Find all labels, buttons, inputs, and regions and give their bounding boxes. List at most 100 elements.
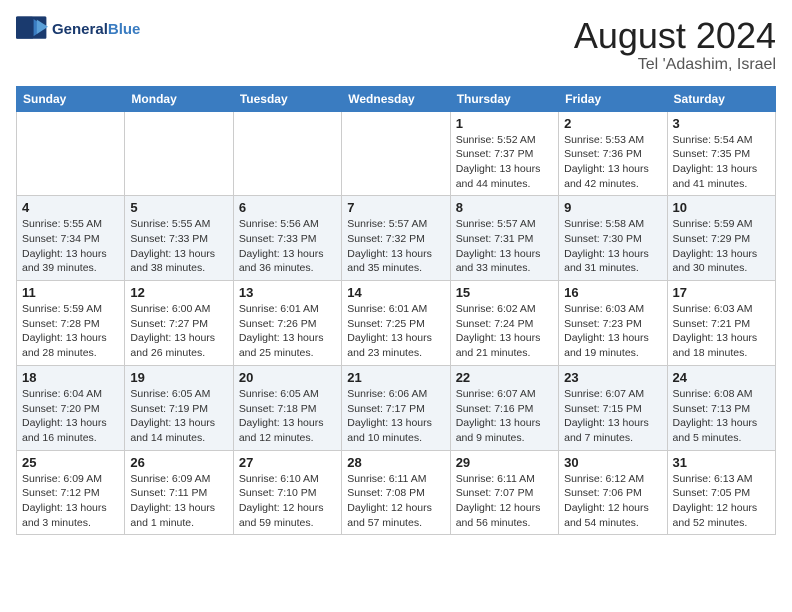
calendar-cell: 16Sunrise: 6:03 AM Sunset: 7:23 PM Dayli… [559,281,667,366]
calendar-cell: 3 Sunrise: 5:54 AM Sunset: 7:35 PM Daylig… [667,111,775,196]
calendar-cell: 6 Sunrise: 5:56 AM Sunset: 7:33 PM Daylig… [233,196,341,281]
day-number: 26 [130,455,227,470]
day-number: 20 [239,370,336,385]
day-number: 15 [456,285,553,300]
day-number: 2 [564,116,661,131]
header-day-friday: Friday [559,86,667,111]
calendar-cell: 5Sunrise: 5:55 AM Sunset: 7:33 PM Daylig… [125,196,233,281]
day-info: Sunrise: 6:07 AM Sunset: 7:15 PM Dayligh… [564,387,661,446]
day-info: Sunrise: 5:56 AM Sunset: 7:33 PM Dayligh… [239,217,336,276]
week-row: 18Sunrise: 6:04 AM Sunset: 7:20 PM Dayli… [17,365,776,450]
day-number: 25 [22,455,119,470]
day-info: Sunrise: 5:59 AM Sunset: 7:28 PM Dayligh… [22,302,119,361]
day-number: 14 [347,285,444,300]
day-info: Sunrise: 5:59 AM Sunset: 7:29 PM Dayligh… [673,217,770,276]
day-info: Sunrise: 6:09 AM Sunset: 7:12 PM Dayligh… [22,472,119,531]
calendar-cell: 25 Sunrise: 6:09 AM Sunset: 7:12 PM Dayli… [17,450,125,535]
calendar-cell: 12 Sunrise: 6:00 AM Sunset: 7:27 PM Dayli… [125,281,233,366]
day-info: Sunrise: 6:04 AM Sunset: 7:20 PM Dayligh… [22,387,119,446]
day-number: 6 [239,200,336,215]
calendar-cell: 14 Sunrise: 6:01 AM Sunset: 7:25 PM Dayli… [342,281,450,366]
day-info: Sunrise: 5:55 AM Sunset: 7:34 PM Dayligh… [22,217,119,276]
logo: GeneralBlue [16,16,140,44]
logo-blue: Blue [108,21,141,38]
calendar-cell [233,111,341,196]
calendar-cell: 4Sunrise: 5:55 AM Sunset: 7:34 PM Daylig… [17,196,125,281]
day-number: 19 [130,370,227,385]
calendar-cell: 22 Sunrise: 6:07 AM Sunset: 7:16 PM Dayli… [450,365,558,450]
day-info: Sunrise: 6:06 AM Sunset: 7:17 PM Dayligh… [347,387,444,446]
calendar-cell: 27 Sunrise: 6:10 AM Sunset: 7:10 PM Dayli… [233,450,341,535]
day-info: Sunrise: 6:11 AM Sunset: 7:08 PM Dayligh… [347,472,444,531]
calendar-cell [342,111,450,196]
day-number: 21 [347,370,444,385]
day-info: Sunrise: 6:05 AM Sunset: 7:19 PM Dayligh… [130,387,227,446]
calendar-subtitle: Tel 'Adashim, Israel [574,56,776,74]
day-number: 9 [564,200,661,215]
calendar-cell: 20 Sunrise: 6:05 AM Sunset: 7:18 PM Dayli… [233,365,341,450]
calendar-cell: 11Sunrise: 5:59 AM Sunset: 7:28 PM Dayli… [17,281,125,366]
day-number: 16 [564,285,661,300]
logo-general: General [52,21,108,38]
day-number: 29 [456,455,553,470]
calendar-cell: 8 Sunrise: 5:57 AM Sunset: 7:31 PM Daylig… [450,196,558,281]
calendar-cell: 18Sunrise: 6:04 AM Sunset: 7:20 PM Dayli… [17,365,125,450]
calendar-cell: 15Sunrise: 6:02 AM Sunset: 7:24 PM Dayli… [450,281,558,366]
calendar-cell: 21 Sunrise: 6:06 AM Sunset: 7:17 PM Dayli… [342,365,450,450]
day-number: 8 [456,200,553,215]
week-row: 25 Sunrise: 6:09 AM Sunset: 7:12 PM Dayli… [17,450,776,535]
day-info: Sunrise: 6:01 AM Sunset: 7:25 PM Dayligh… [347,302,444,361]
day-number: 10 [673,200,770,215]
day-info: Sunrise: 5:57 AM Sunset: 7:31 PM Dayligh… [456,217,553,276]
calendar-title: August 2024 [574,16,776,56]
week-row: 1Sunrise: 5:52 AM Sunset: 7:37 PM Daylig… [17,111,776,196]
day-info: Sunrise: 6:10 AM Sunset: 7:10 PM Dayligh… [239,472,336,531]
day-info: Sunrise: 5:55 AM Sunset: 7:33 PM Dayligh… [130,217,227,276]
header-day-tuesday: Tuesday [233,86,341,111]
day-number: 22 [456,370,553,385]
header-day-sunday: Sunday [17,86,125,111]
calendar-cell: 2Sunrise: 5:53 AM Sunset: 7:36 PM Daylig… [559,111,667,196]
calendar-cell: 29 Sunrise: 6:11 AM Sunset: 7:07 PM Dayli… [450,450,558,535]
calendar-cell: 28 Sunrise: 6:11 AM Sunset: 7:08 PM Dayli… [342,450,450,535]
day-info: Sunrise: 6:00 AM Sunset: 7:27 PM Dayligh… [130,302,227,361]
header-day-monday: Monday [125,86,233,111]
day-info: Sunrise: 6:08 AM Sunset: 7:13 PM Dayligh… [673,387,770,446]
day-info: Sunrise: 5:57 AM Sunset: 7:32 PM Dayligh… [347,217,444,276]
day-number: 24 [673,370,770,385]
day-info: Sunrise: 5:54 AM Sunset: 7:35 PM Dayligh… [673,133,770,192]
week-row: 11Sunrise: 5:59 AM Sunset: 7:28 PM Dayli… [17,281,776,366]
day-info: Sunrise: 5:58 AM Sunset: 7:30 PM Dayligh… [564,217,661,276]
day-info: Sunrise: 6:05 AM Sunset: 7:18 PM Dayligh… [239,387,336,446]
calendar-cell [125,111,233,196]
day-number: 31 [673,455,770,470]
day-number: 12 [130,285,227,300]
day-info: Sunrise: 6:09 AM Sunset: 7:11 PM Dayligh… [130,472,227,531]
calendar-cell: 24 Sunrise: 6:08 AM Sunset: 7:13 PM Dayli… [667,365,775,450]
calendar-cell: 13Sunrise: 6:01 AM Sunset: 7:26 PM Dayli… [233,281,341,366]
day-number: 13 [239,285,336,300]
calendar-cell: 19 Sunrise: 6:05 AM Sunset: 7:19 PM Dayli… [125,365,233,450]
calendar-cell: 17 Sunrise: 6:03 AM Sunset: 7:21 PM Dayli… [667,281,775,366]
day-number: 17 [673,285,770,300]
day-number: 27 [239,455,336,470]
day-number: 28 [347,455,444,470]
calendar-cell: 7 Sunrise: 5:57 AM Sunset: 7:32 PM Daylig… [342,196,450,281]
calendar-cell: 1Sunrise: 5:52 AM Sunset: 7:37 PM Daylig… [450,111,558,196]
calendar-cell: 30Sunrise: 6:12 AM Sunset: 7:06 PM Dayli… [559,450,667,535]
calendar-cell: 9 Sunrise: 5:58 AM Sunset: 7:30 PM Daylig… [559,196,667,281]
calendar-table: SundayMondayTuesdayWednesdayThursdayFrid… [16,86,776,536]
day-number: 3 [673,116,770,131]
day-info: Sunrise: 5:52 AM Sunset: 7:37 PM Dayligh… [456,133,553,192]
calendar-cell [17,111,125,196]
day-number: 7 [347,200,444,215]
day-number: 23 [564,370,661,385]
day-info: Sunrise: 6:11 AM Sunset: 7:07 PM Dayligh… [456,472,553,531]
header-day-saturday: Saturday [667,86,775,111]
title-block: August 2024 Tel 'Adashim, Israel [574,16,776,74]
day-info: Sunrise: 6:03 AM Sunset: 7:21 PM Dayligh… [673,302,770,361]
day-number: 30 [564,455,661,470]
day-info: Sunrise: 6:07 AM Sunset: 7:16 PM Dayligh… [456,387,553,446]
header-day-thursday: Thursday [450,86,558,111]
calendar-cell: 23 Sunrise: 6:07 AM Sunset: 7:15 PM Dayli… [559,365,667,450]
